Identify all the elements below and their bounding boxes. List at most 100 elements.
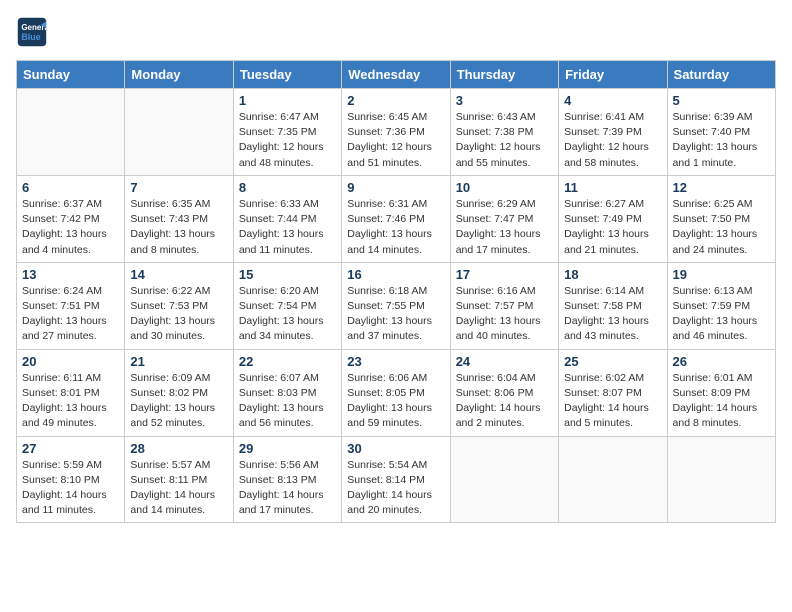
svg-text:Blue: Blue [21,32,40,42]
day-number: 14 [130,267,227,282]
day-number: 19 [673,267,770,282]
calendar-cell [17,89,125,176]
day-number: 21 [130,354,227,369]
day-number: 18 [564,267,661,282]
day-number: 12 [673,180,770,195]
day-info: Sunrise: 6:18 AM Sunset: 7:55 PM Dayligh… [347,284,444,345]
calendar-cell: 7 Sunrise: 6:35 AM Sunset: 7:43 PM Daylig… [125,175,233,262]
calendar-cell: 26 Sunrise: 6:01 AM Sunset: 8:09 PM Dayli… [667,349,775,436]
day-info: Sunrise: 6:39 AM Sunset: 7:40 PM Dayligh… [673,110,770,171]
calendar-header-row: SundayMondayTuesdayWednesdayThursdayFrid… [17,61,776,89]
weekday-header-tuesday: Tuesday [233,61,341,89]
calendar-cell [450,436,558,523]
weekday-header-friday: Friday [559,61,667,89]
day-info: Sunrise: 6:01 AM Sunset: 8:09 PM Dayligh… [673,371,770,432]
calendar-cell: 19 Sunrise: 6:13 AM Sunset: 7:59 PM Dayli… [667,262,775,349]
day-info: Sunrise: 6:31 AM Sunset: 7:46 PM Dayligh… [347,197,444,258]
calendar-cell: 24Sunrise: 6:04 AM Sunset: 8:06 PM Dayli… [450,349,558,436]
page-header: General Blue [16,16,776,48]
day-number: 4 [564,93,661,108]
weekday-header-monday: Monday [125,61,233,89]
day-number: 15 [239,267,336,282]
day-info: Sunrise: 6:07 AM Sunset: 8:03 PM Dayligh… [239,371,336,432]
day-number: 13 [22,267,119,282]
day-number: 24 [456,354,553,369]
day-number: 7 [130,180,227,195]
calendar-cell: 8 Sunrise: 6:33 AM Sunset: 7:44 PM Daylig… [233,175,341,262]
calendar-cell: 6 Sunrise: 6:37 AM Sunset: 7:42 PM Daylig… [17,175,125,262]
calendar-table: SundayMondayTuesdayWednesdayThursdayFrid… [16,60,776,523]
calendar-cell: 25 Sunrise: 6:02 AM Sunset: 8:07 PM Dayli… [559,349,667,436]
calendar-cell [125,89,233,176]
day-info: Sunrise: 6:06 AM Sunset: 8:05 PM Dayligh… [347,371,444,432]
calendar-cell: 12 Sunrise: 6:25 AM Sunset: 7:50 PM Dayli… [667,175,775,262]
calendar-cell: 22Sunrise: 6:07 AM Sunset: 8:03 PM Dayli… [233,349,341,436]
day-number: 6 [22,180,119,195]
calendar-cell: 28 Sunrise: 5:57 AM Sunset: 8:11 PM Dayli… [125,436,233,523]
logo: General Blue [16,16,52,48]
day-info: Sunrise: 6:33 AM Sunset: 7:44 PM Dayligh… [239,197,336,258]
day-number: 30 [347,441,444,456]
calendar-cell: 1 Sunrise: 6:47 AM Sunset: 7:35 PM Daylig… [233,89,341,176]
day-info: Sunrise: 6:13 AM Sunset: 7:59 PM Dayligh… [673,284,770,345]
day-info: Sunrise: 6:25 AM Sunset: 7:50 PM Dayligh… [673,197,770,258]
calendar-cell: 23 Sunrise: 6:06 AM Sunset: 8:05 PM Dayli… [342,349,450,436]
day-info: Sunrise: 6:37 AM Sunset: 7:42 PM Dayligh… [22,197,119,258]
calendar-week-row: 1 Sunrise: 6:47 AM Sunset: 7:35 PM Daylig… [17,89,776,176]
day-number: 2 [347,93,444,108]
day-number: 5 [673,93,770,108]
calendar-cell: 21Sunrise: 6:09 AM Sunset: 8:02 PM Dayli… [125,349,233,436]
day-info: Sunrise: 5:59 AM Sunset: 8:10 PM Dayligh… [22,458,119,519]
calendar-cell: 20Sunrise: 6:11 AM Sunset: 8:01 PM Dayli… [17,349,125,436]
day-number: 1 [239,93,336,108]
day-info: Sunrise: 6:14 AM Sunset: 7:58 PM Dayligh… [564,284,661,345]
day-info: Sunrise: 5:57 AM Sunset: 8:11 PM Dayligh… [130,458,227,519]
calendar-week-row: 13 Sunrise: 6:24 AM Sunset: 7:51 PM Dayli… [17,262,776,349]
calendar-week-row: 20Sunrise: 6:11 AM Sunset: 8:01 PM Dayli… [17,349,776,436]
day-number: 26 [673,354,770,369]
day-number: 11 [564,180,661,195]
calendar-cell: 2 Sunrise: 6:45 AM Sunset: 7:36 PM Daylig… [342,89,450,176]
day-number: 10 [456,180,553,195]
day-info: Sunrise: 6:29 AM Sunset: 7:47 PM Dayligh… [456,197,553,258]
weekday-header-saturday: Saturday [667,61,775,89]
calendar-cell: 5 Sunrise: 6:39 AM Sunset: 7:40 PM Daylig… [667,89,775,176]
day-info: Sunrise: 6:41 AM Sunset: 7:39 PM Dayligh… [564,110,661,171]
day-info: Sunrise: 6:24 AM Sunset: 7:51 PM Dayligh… [22,284,119,345]
day-info: Sunrise: 6:45 AM Sunset: 7:36 PM Dayligh… [347,110,444,171]
calendar-cell: 27Sunrise: 5:59 AM Sunset: 8:10 PM Dayli… [17,436,125,523]
day-info: Sunrise: 6:35 AM Sunset: 7:43 PM Dayligh… [130,197,227,258]
calendar-cell: 4 Sunrise: 6:41 AM Sunset: 7:39 PM Daylig… [559,89,667,176]
weekday-header-sunday: Sunday [17,61,125,89]
day-number: 28 [130,441,227,456]
day-number: 16 [347,267,444,282]
day-number: 9 [347,180,444,195]
calendar-cell: 9 Sunrise: 6:31 AM Sunset: 7:46 PM Daylig… [342,175,450,262]
weekday-header-wednesday: Wednesday [342,61,450,89]
calendar-cell: 14 Sunrise: 6:22 AM Sunset: 7:53 PM Dayli… [125,262,233,349]
calendar-cell: 17Sunrise: 6:16 AM Sunset: 7:57 PM Dayli… [450,262,558,349]
calendar-cell: 15Sunrise: 6:20 AM Sunset: 7:54 PM Dayli… [233,262,341,349]
day-info: Sunrise: 5:56 AM Sunset: 8:13 PM Dayligh… [239,458,336,519]
calendar-cell: 10 Sunrise: 6:29 AM Sunset: 7:47 PM Dayli… [450,175,558,262]
day-number: 8 [239,180,336,195]
day-info: Sunrise: 6:16 AM Sunset: 7:57 PM Dayligh… [456,284,553,345]
calendar-cell: 30Sunrise: 5:54 AM Sunset: 8:14 PM Dayli… [342,436,450,523]
day-info: Sunrise: 6:47 AM Sunset: 7:35 PM Dayligh… [239,110,336,171]
calendar-week-row: 6 Sunrise: 6:37 AM Sunset: 7:42 PM Daylig… [17,175,776,262]
logo-icon: General Blue [16,16,48,48]
day-number: 29 [239,441,336,456]
day-number: 23 [347,354,444,369]
day-info: Sunrise: 6:02 AM Sunset: 8:07 PM Dayligh… [564,371,661,432]
calendar-week-row: 27Sunrise: 5:59 AM Sunset: 8:10 PM Dayli… [17,436,776,523]
day-info: Sunrise: 6:22 AM Sunset: 7:53 PM Dayligh… [130,284,227,345]
day-info: Sunrise: 6:43 AM Sunset: 7:38 PM Dayligh… [456,110,553,171]
calendar-cell [559,436,667,523]
calendar-cell: 3 Sunrise: 6:43 AM Sunset: 7:38 PM Daylig… [450,89,558,176]
weekday-header-thursday: Thursday [450,61,558,89]
day-number: 25 [564,354,661,369]
calendar-cell: 11Sunrise: 6:27 AM Sunset: 7:49 PM Dayli… [559,175,667,262]
day-number: 3 [456,93,553,108]
calendar-cell: 13 Sunrise: 6:24 AM Sunset: 7:51 PM Dayli… [17,262,125,349]
calendar-cell: 29 Sunrise: 5:56 AM Sunset: 8:13 PM Dayli… [233,436,341,523]
